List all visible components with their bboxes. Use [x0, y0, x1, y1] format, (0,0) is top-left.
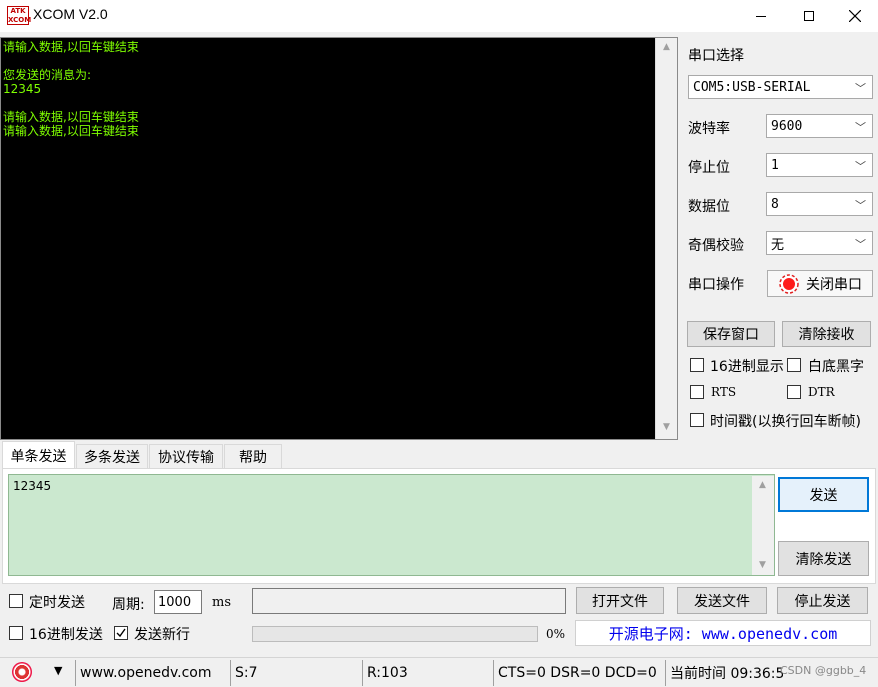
logo-text-top: ATK — [10, 7, 26, 15]
tab-multi-send[interactable]: 多条发送 — [76, 444, 148, 468]
file-path-field[interactable] — [252, 588, 566, 614]
baud-value: 9600 — [771, 118, 803, 134]
parity-label: 奇偶校验 — [688, 238, 744, 254]
logo-text-bottom: XCOM — [8, 16, 32, 24]
dtr-label: DTR — [808, 385, 835, 399]
timed-send-checkbox[interactable] — [9, 594, 23, 608]
status-time: 当前时间 09:36:53 — [665, 660, 783, 686]
period-unit: ms — [212, 595, 231, 610]
minimize-icon — [756, 15, 766, 17]
send-newline-checkbox[interactable] — [114, 626, 128, 640]
send-newline-label: 发送新行 — [134, 627, 190, 643]
status-received-count: R:103 — [362, 660, 490, 686]
stop-bits-value: 1 — [771, 157, 779, 173]
baud-select[interactable]: 9600 ﹀ — [766, 114, 873, 138]
receive-scrollbar[interactable]: ▲ ▼ — [655, 38, 677, 439]
hex-display-label: 16进制显示 — [710, 359, 784, 375]
baud-label: 波特率 — [688, 121, 730, 137]
white-bg-label: 白底黑字 — [808, 359, 864, 375]
status-line-signals: CTS=0 DSR=0 DCD=0 — [493, 660, 661, 686]
checkmark-icon — [116, 628, 126, 638]
hex-display-checkbox[interactable] — [690, 358, 704, 372]
scroll-up-icon[interactable]: ▲ — [661, 42, 672, 53]
window-title: XCOM V2.0 — [33, 6, 108, 22]
stop-bits-label: 停止位 — [688, 160, 730, 176]
chevron-down-icon: ﹀ — [855, 121, 866, 134]
data-bits-label: 数据位 — [688, 199, 730, 215]
status-sent-count: S:7 — [230, 660, 358, 686]
website-link[interactable]: 开源电子网: www.openedv.com — [575, 620, 871, 646]
chevron-down-icon: ﹀ — [855, 82, 866, 95]
timestamp-label: 时间戳(以换行回车断帧) — [710, 414, 861, 430]
minimize-button[interactable] — [738, 0, 784, 32]
send-scrollbar[interactable]: ▲ ▼ — [752, 476, 774, 575]
port-value: COM5:USB-SERIAL — [693, 79, 811, 95]
save-window-button[interactable]: 保存窗口 — [687, 321, 775, 347]
app-status-icon[interactable] — [12, 662, 32, 682]
close-port-label: 关闭串口 — [806, 276, 862, 293]
stop-send-button[interactable]: 停止发送 — [777, 587, 868, 614]
maximize-icon — [804, 11, 814, 21]
close-icon — [849, 10, 861, 22]
open-file-button[interactable]: 打开文件 — [576, 587, 664, 614]
dtr-checkbox[interactable] — [787, 385, 801, 399]
close-port-button[interactable]: 关闭串口 — [767, 270, 873, 297]
period-input[interactable]: 1000 — [154, 590, 202, 614]
period-label: 周期: — [112, 597, 145, 613]
clear-receive-button[interactable]: 清除接收 — [782, 321, 871, 347]
status-website[interactable]: www.openedv.com — [75, 660, 226, 686]
port-select-label: 串口选择 — [688, 48, 744, 64]
stop-bits-select[interactable]: 1 ﹀ — [766, 153, 873, 177]
send-button[interactable]: 发送 — [778, 477, 869, 512]
parity-select[interactable]: 无 ﹀ — [766, 231, 873, 255]
port-select[interactable]: COM5:USB-SERIAL ﹀ — [688, 75, 873, 99]
chevron-down-icon: ﹀ — [855, 238, 866, 251]
scroll-down-icon[interactable]: ▼ — [757, 560, 768, 571]
timestamp-checkbox[interactable] — [690, 413, 704, 427]
data-bits-value: 8 — [771, 196, 779, 212]
tab-help[interactable]: 帮助 — [224, 444, 282, 468]
receive-area[interactable]: 请输入数据,以回车键结束 您发送的消息为: 12345 请输入数据,以回车键结束… — [0, 37, 678, 440]
close-button[interactable] — [832, 0, 878, 32]
hex-send-checkbox[interactable] — [9, 626, 23, 640]
scroll-up-icon[interactable]: ▲ — [757, 480, 768, 491]
tab-single-send[interactable]: 单条发送 — [2, 441, 75, 469]
receive-text: 请输入数据,以回车键结束 您发送的消息为: 12345 请输入数据,以回车键结束… — [3, 40, 139, 138]
app-logo-icon: ATK XCOM — [7, 6, 32, 25]
scroll-down-icon[interactable]: ▼ — [661, 422, 672, 433]
maximize-button[interactable] — [786, 0, 832, 32]
port-operate-label: 串口操作 — [688, 277, 744, 293]
progress-label: 0% — [546, 627, 566, 641]
clear-send-button[interactable]: 清除发送 — [778, 541, 869, 576]
rts-checkbox[interactable] — [690, 385, 704, 399]
chevron-down-icon: ﹀ — [855, 160, 866, 173]
send-progress-bar — [252, 626, 538, 642]
hex-send-label: 16进制发送 — [29, 627, 103, 643]
chevron-down-icon: ﹀ — [855, 199, 866, 212]
parity-value: 无 — [771, 237, 785, 253]
send-input[interactable]: 12345 — [8, 474, 775, 576]
port-status-led-icon — [779, 273, 799, 294]
send-file-button[interactable]: 发送文件 — [677, 587, 767, 614]
watermark: CSDN @ggbb_4 — [780, 664, 867, 677]
tab-protocol[interactable]: 协议传输 — [149, 444, 223, 468]
timed-send-label: 定时发送 — [29, 595, 85, 611]
rts-label: RTS — [711, 385, 737, 399]
dropdown-arrow-icon[interactable]: ▼ — [54, 664, 62, 677]
data-bits-select[interactable]: 8 ﹀ — [766, 192, 873, 216]
white-bg-checkbox[interactable] — [787, 358, 801, 372]
